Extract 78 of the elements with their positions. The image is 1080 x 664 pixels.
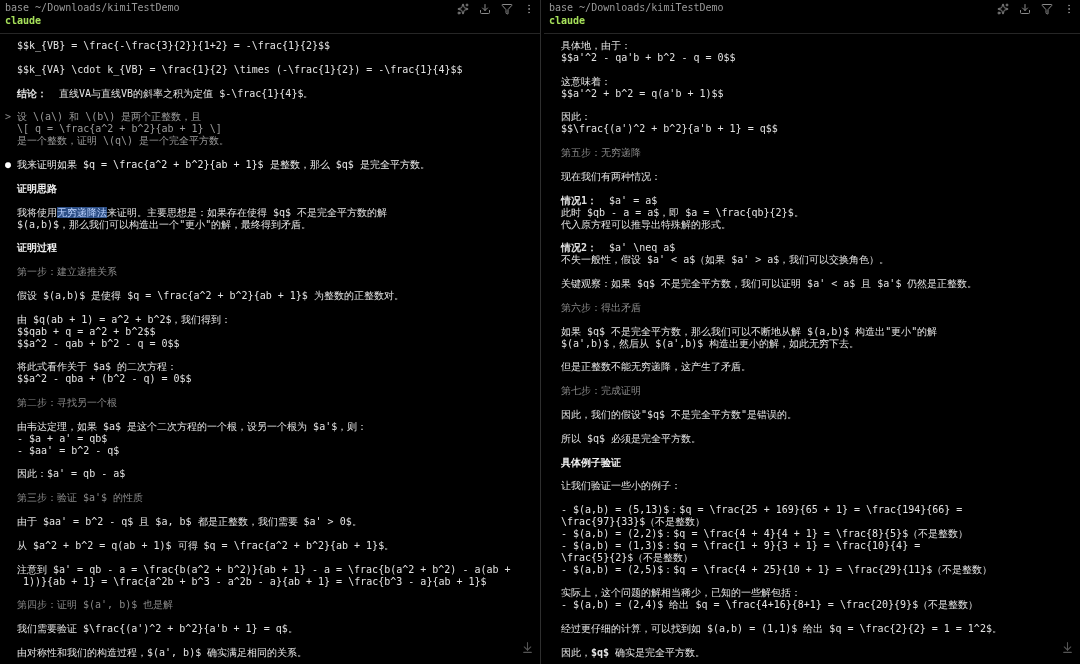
text-line: $$k_{VA} \cdot k_{VB} = \frac{1}{2} \times (-\frac{1}{2}) = -\frac{1}{4}$$ <box>17 63 463 76</box>
download-icon[interactable] <box>479 3 491 15</box>
text-line: 因此，我们的假设"$q$ 不是完全平方数"是错误的。 <box>561 408 798 421</box>
scroll-to-bottom-icon[interactable] <box>521 641 534 654</box>
step-heading: 第七步：完成证明 <box>561 385 641 397</box>
step-heading: 第五步：无穷递降 <box>561 147 641 159</box>
text-line: 1))}{ab + 1} = \frac{a^2b + b^3 - a^2b - a}{ab + 1} = \frac{b^3 - a}{ab + 1}$ <box>22 575 488 588</box>
sparkle-icon[interactable] <box>457 3 469 15</box>
prompt-line: 设 \(a\) 和 \(b\) 是两个正整数，且 <box>17 111 203 124</box>
text-line: 从 $a^2 + b^2 = q(ab + 1)$ 可得 $q = \frac{a^2 + b^2}{ab + 1}$。 <box>17 539 395 552</box>
text-line: - $a + a' = qb$ <box>17 432 109 445</box>
step-heading: 第三步：验证 $a'$ 的性质 <box>17 492 144 505</box>
text-line: 现在我们有两种情况： <box>561 170 661 183</box>
text-line: 我将使用无穷递降法来证明。主要思想是：如果存在使得 $q$ 不是完全平方数的解 <box>17 206 388 219</box>
text-line: 情况2： $a' \neq a$ <box>561 242 677 255</box>
working-directory: base ~/Downloads/kimiTestDemo <box>5 1 180 14</box>
text-line: $$k_{VB} = \frac{-\frac{3}{2}}{1+2} = -\frac{1}{2}$$ <box>17 40 331 52</box>
command-name: claude <box>549 14 587 27</box>
text-line: $(a',b)$，然后从 $(a',b)$ 构造出更小的解，如此无穷下去。 <box>561 337 861 350</box>
response-line: 我来证明如果 $q = \frac{a^2 + b^2}{ab + 1}$ 是整数，那么 $q$ 是完全平方数。 <box>17 159 430 171</box>
section-heading: 证明思路 <box>17 182 57 195</box>
text-line: 由韦达定理，如果 $a$ 是这个二次方程的一个根，设另一个根为 $a'$，则： <box>17 420 368 433</box>
text-line: $$qab + q = a^2 + b^2$$ <box>17 325 157 338</box>
text-line: 但是正整数不能无穷递降，这产生了矛盾。 <box>561 361 751 374</box>
text-line: 所以 $q$ 必须是完全平方数。 <box>561 432 702 445</box>
text-line: 由 $q(ab + 1) = a^2 + b^2$，我们得到： <box>17 313 232 326</box>
text-line: 不失一般性，假设 $a' < a$（如果 $a' > a$，我们可以交换角色）。 <box>561 254 890 267</box>
prompt-line: \[ q = \frac{a^2 + b^2}{ab + 1} \] <box>17 123 223 135</box>
prompt-line: 是一个整数，证明 \(q\) 是一个完全平方数。 <box>17 135 230 148</box>
text-line: - $aa' = b^2 - q$ <box>17 444 121 457</box>
text-line: - $(a,b) = (1,3)$：$q = \frac{1 + 9}{3 + 1} = \frac{10}{4} = <box>561 539 922 552</box>
text-line: 情况1： $a' = a$ <box>561 194 659 207</box>
step-heading: 第四步：证明 $(a', b)$ 也是解 <box>17 599 174 612</box>
text-line: \frac{5}{2}$（不是整数） <box>561 551 695 564</box>
text-line: 此时 $qb - a = a$，即 $a = \frac{qb}{2}$。 <box>561 206 804 218</box>
text-line: 具体地，由于： <box>561 40 632 52</box>
text-line: 经过更仔细的计算，可以找到如 $(a,b) = (1,1)$ 给出 $q = \frac{2}{2} = 1 = 1^2$。 <box>561 623 1002 636</box>
text-line: - $(a,b) = (2,5)$：$q = \frac{4 + 25}{10 + 1} = \frac{29}{11}$（不是整数） <box>561 563 993 576</box>
text-line: 关键观察：如果 $q$ 不是完全平方数，我们可以证明 $a' < a$ 且 $a'$ 仍然是正整数。 <box>561 278 978 290</box>
step-heading: 第六步：得出矛盾 <box>561 301 641 314</box>
section-heading: 证明过程 <box>17 242 57 255</box>
text-line: 这意味着： <box>561 75 612 88</box>
step-heading: 第二步：寻找另一个根 <box>17 397 117 409</box>
text-line: 因此：$a' = qb - a$ <box>17 468 126 481</box>
sparkle-icon[interactable] <box>997 3 1009 15</box>
text-line: $(a,b)$，那么我们可以构造出一个"更小"的解，最终得到矛盾。 <box>17 218 313 231</box>
text-line: 由对称性和我们的构造过程，$(a', b)$ 确实满足相同的关系。 <box>17 646 308 659</box>
scroll-to-bottom-icon[interactable] <box>1061 641 1074 654</box>
text-line: 注意到 $a' = qb - a = \frac{b(a^2 + b^2)}{ab + 1} - a = \frac{b(a^2 + b^2) - a(ab + <box>17 563 511 576</box>
filter-icon[interactable] <box>1041 3 1053 15</box>
text-line: $$a^2 - qab + b^2 - q = 0$$ <box>17 337 181 350</box>
text-line: 让我们验证一些小的例子： <box>561 480 681 493</box>
step-heading: 第一步：建立递推关系 <box>17 266 117 278</box>
text-line: 我们需要验证 $\frac{(a')^2 + b^2}{a'b + 1} = q$。 <box>17 623 298 635</box>
bullet-marker: ● <box>5 159 12 170</box>
section-heading: 具体例子验证 <box>561 456 621 469</box>
text-line: $$\frac{(a')^2 + b^2}{a'b + 1} = q$$ <box>561 123 778 136</box>
text-line: 代入原方程可以推导出特殊解的形式。 <box>561 218 731 231</box>
text-line: $$a^2 - qba + (b^2 - q) = 0$$ <box>17 373 192 386</box>
text-line: $$a'^2 - qa'b + b^2 - q = 0$$ <box>561 51 736 64</box>
text-line: 将此式看作关于 $a$ 的二次方程： <box>17 361 179 374</box>
text-line: \frac{97}{33}$（不是整数） <box>561 516 707 528</box>
text-line: $$a'^2 + b^2 = q(a'b + 1)$$ <box>561 87 724 100</box>
prompt-marker: > <box>5 111 12 123</box>
filter-icon[interactable] <box>501 3 513 15</box>
text-line: 如果 $q$ 不是完全平方数，那么我们可以不断地从解 $(a,b)$ 构造出"更小"的解 <box>561 325 938 338</box>
text-line: - $(a,b) = (2,2)$：$q = \frac{4 + 4}{4 + 1} = \frac{8}{5}$（不是整数） <box>561 527 970 540</box>
text-line: 实际上，这个问题的解相当稀少，已知的一些解包括： <box>561 587 802 599</box>
text-line: 由于 $aa' = b^2 - q$ 且 $a, b$ 都是正整数，我们需要 $a' > 0$。 <box>17 516 362 528</box>
text-line: - $(a,b) = (2,4)$ 给出 $q = \frac{4+16}{8+1} = \frac{20}{9}$（不是整数） <box>561 599 979 612</box>
download-icon[interactable] <box>1019 3 1031 15</box>
command-name: claude <box>5 14 43 27</box>
working-directory: base ~/Downloads/kimiTestDemo <box>549 1 724 14</box>
text-line: 因此，$q$ 确实是完全平方数。 <box>561 646 706 659</box>
text-line: 结论： 直线VA与直线VB的斜率之积为定值 $-\frac{1}{4}$。 <box>17 87 314 100</box>
text-line: 因此： <box>561 111 592 124</box>
text-line: 假设 $(a,b)$ 是使得 $q = \frac{a^2 + b^2}{ab + 1}$ 为整数的正整数对。 <box>17 289 404 302</box>
text-line: - $(a,b) = (5,13)$：$q = \frac{25 + 169}{65 + 1} = \frac{194}{66} = <box>561 504 964 516</box>
